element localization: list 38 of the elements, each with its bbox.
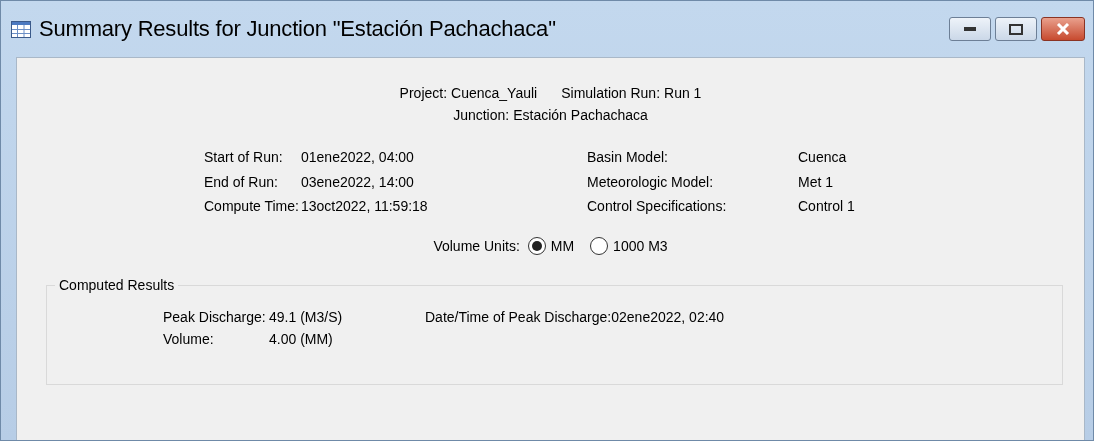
table-icon <box>11 20 31 38</box>
field-value: 4.00 (MM) <box>269 330 334 349</box>
minimize-icon <box>964 27 976 31</box>
field-label: Date/Time of Peak Discharge: <box>425 308 612 328</box>
close-button[interactable] <box>1041 17 1085 41</box>
minimize-button[interactable] <box>949 17 991 41</box>
radio-button[interactable] <box>590 237 609 256</box>
field-label: Peak Discharge: <box>163 308 267 327</box>
field-label: Project: <box>399 84 448 103</box>
radio-button[interactable] <box>527 237 546 256</box>
field-label: Compute Time: <box>204 196 300 215</box>
field-value: Run 1 <box>664 84 702 103</box>
field-value: Cuenca <box>798 148 848 167</box>
field-value: Met 1 <box>798 172 834 191</box>
field-label: Control Specifications: <box>587 196 728 215</box>
field-label: Start of Run: <box>204 148 284 167</box>
field-value: Estación Pachachaca <box>513 106 648 125</box>
field-value: Control 1 <box>798 196 855 215</box>
field-value: 49.1 (M3/S) <box>269 308 344 327</box>
window-title: Summary Results for Junction "Estación Pachachaca" <box>39 14 556 43</box>
close-icon <box>1056 23 1070 35</box>
field-label: Junction: <box>453 106 510 125</box>
field-label: Basin Model: <box>587 148 669 167</box>
field-label: End of Run: <box>204 172 279 191</box>
field-value: Cuenca_Yauli <box>451 84 538 103</box>
field-value: 01ene2022, 04:00 <box>301 148 415 167</box>
field-label: Meteorologic Model: <box>587 172 715 191</box>
field-value: 13oct2022, 11:59:18 <box>301 196 429 215</box>
panel-title: Computed Results <box>55 276 179 295</box>
field-value: 02ene2022, 02:40 <box>611 308 725 328</box>
field-label: Volume Units: <box>433 236 520 256</box>
maximize-icon <box>1009 23 1023 35</box>
field-label: Simulation Run: <box>561 84 661 103</box>
field-value: 03ene2022, 14:00 <box>301 172 415 191</box>
maximize-button[interactable] <box>995 17 1037 41</box>
field-label: Volume: <box>163 330 215 349</box>
radio-label[interactable]: 1000 M3 <box>613 236 668 256</box>
radio-label[interactable]: MM <box>550 236 575 256</box>
